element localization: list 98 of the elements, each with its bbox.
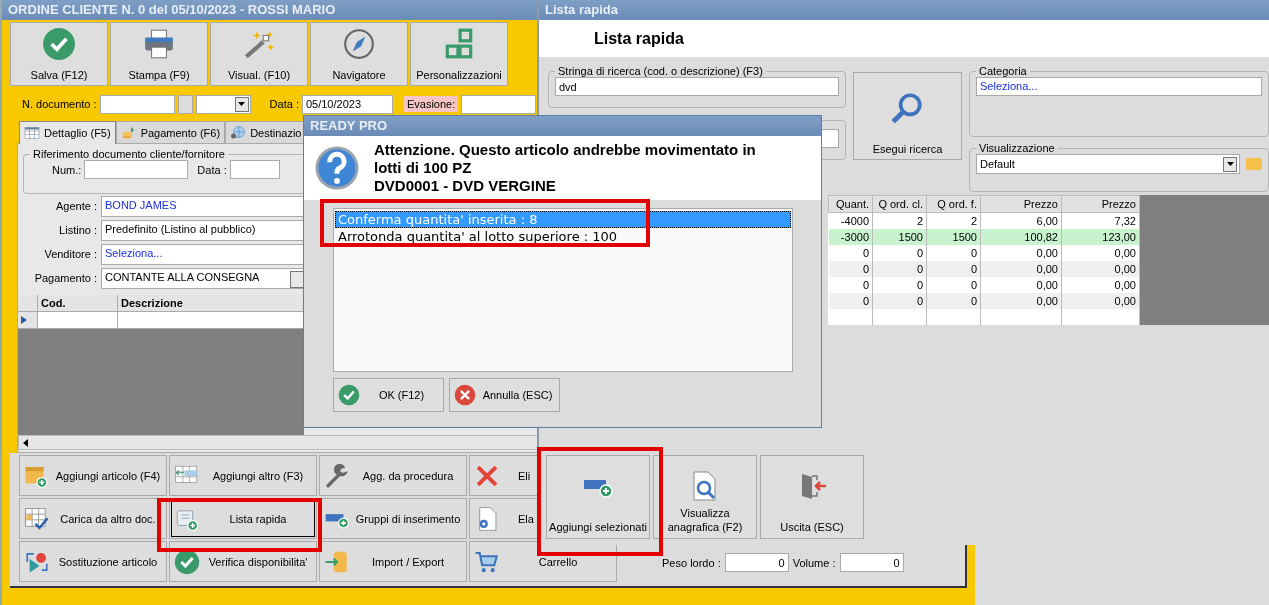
- dialog-button[interactable]: OK (F12): [333, 378, 444, 412]
- column-header: Q ord. cl.: [872, 195, 927, 213]
- number-field[interactable]: 0: [724, 553, 789, 572]
- tab[interactable]: Dettaglio (F5): [19, 121, 116, 144]
- row-indicator-icon: [21, 316, 27, 324]
- input-field[interactable]: [461, 94, 537, 114]
- dialog-message: Attenzione. Questo articolo andrebbe movimentato in lotti di 100 PZ: [374, 141, 757, 177]
- column-header: Descrizione: [118, 295, 304, 312]
- dropdown-field[interactable]: Default: [976, 154, 1240, 174]
- table-cell: 0: [828, 261, 873, 277]
- field-label: Data :: [269, 98, 299, 110]
- cancel-icon: [454, 384, 476, 406]
- dialog-button[interactable]: Annulla (ESC): [449, 378, 560, 412]
- action-button[interactable]: Eli: [469, 455, 538, 496]
- table-cell: 0,00: [980, 293, 1062, 309]
- date-field[interactable]: 05/10/2023: [301, 94, 393, 114]
- table-cell: 0: [926, 261, 981, 277]
- table-cell: 0: [872, 261, 927, 277]
- group-title: Visualizzazione: [978, 142, 1056, 154]
- scrollbar[interactable]: [18, 435, 538, 450]
- dialog-title: READY PRO: [304, 116, 821, 136]
- search-field[interactable]: dvd: [555, 77, 839, 96]
- table-cell: 123,00: [1061, 229, 1140, 245]
- search-icon: [890, 91, 925, 125]
- column-header: Prezzo: [980, 195, 1062, 213]
- action-button[interactable]: Import / Export: [319, 541, 467, 582]
- action-button[interactable]: Aggiungi altro (F3): [169, 455, 317, 496]
- check-icon: [42, 27, 76, 61]
- printer-icon: [142, 27, 176, 61]
- dropdown-field[interactable]: Seleziona...: [976, 77, 1262, 96]
- field-label: Num.:: [52, 163, 82, 176]
- field-label: Pagamento :: [33, 272, 98, 284]
- field-label: Venditore :: [43, 248, 98, 260]
- action-button[interactable]: Visualizza anagrafica (F2): [653, 455, 757, 539]
- toolbar-button[interactable]: Navigatore: [310, 22, 408, 86]
- input-field[interactable]: [99, 94, 175, 114]
- group-title: Stringa di ricerca (cod. o descrizione) (F3): [557, 65, 764, 77]
- toolbar-button[interactable]: Visual. (F10): [210, 22, 308, 86]
- folder-icon: [1246, 158, 1262, 170]
- globe-icon: [230, 124, 247, 141]
- field-label: Listino :: [58, 224, 98, 236]
- dropdown-field[interactable]: [195, 94, 251, 114]
- table-icon: [24, 125, 40, 141]
- input-field[interactable]: [84, 160, 189, 179]
- small-button[interactable]: [177, 94, 193, 114]
- table-cell: 1500: [872, 229, 927, 245]
- action-button[interactable]: Ela: [469, 498, 538, 539]
- field-label: Evasione:: [403, 96, 459, 112]
- grid-check-icon: [24, 505, 50, 532]
- action-button[interactable]: Uscita (ESC): [760, 455, 864, 539]
- toolbar-button[interactable]: Salva (F12): [10, 22, 108, 86]
- tab[interactable]: Pagamento (F6): [115, 121, 226, 143]
- wrench-icon: [324, 462, 350, 489]
- field-label: N. documento :: [22, 98, 97, 110]
- table-cell: 0,00: [1061, 261, 1140, 277]
- arrow-icon: [23, 438, 28, 447]
- check-icon: [338, 384, 360, 406]
- table-cell: 0: [926, 293, 981, 309]
- table-cell: 0,00: [1061, 293, 1140, 309]
- column-header: Quant.: [828, 195, 873, 213]
- table-cell: 100,82: [980, 229, 1062, 245]
- table-cell: 0,00: [980, 261, 1062, 277]
- caret-icon: [238, 102, 246, 106]
- action-button[interactable]: Gruppi di inserimento: [319, 498, 467, 539]
- window-title: Lista rapida: [539, 0, 1269, 20]
- coins-icon: [120, 124, 137, 141]
- column-header: Q ord. f.: [926, 195, 981, 213]
- table-cell: 0: [828, 293, 873, 309]
- table-cell: 0: [872, 293, 927, 309]
- action-button[interactable]: Verifica disponibilita': [169, 541, 317, 582]
- field-label: Data :: [197, 163, 227, 176]
- column-header: Cod.: [38, 295, 118, 312]
- column-header: Prezzo: [1061, 195, 1140, 213]
- table-cell[interactable]: [38, 312, 118, 329]
- field-label: Volume :: [792, 556, 836, 569]
- table-cell[interactable]: [118, 312, 304, 329]
- question-icon: [314, 145, 360, 191]
- table-cell: 1500: [926, 229, 981, 245]
- caret-icon: [1226, 162, 1234, 166]
- compass-icon: [342, 27, 376, 61]
- toolbar-button[interactable]: Stampa (F9): [110, 22, 208, 86]
- action-button[interactable]: Aggiungi articolo (F4): [19, 455, 167, 496]
- field-label: Agente :: [55, 200, 98, 212]
- action-button[interactable]: Aggiungi selezionati: [546, 455, 650, 539]
- window-heading: Lista rapida: [594, 29, 684, 48]
- action-button[interactable]: Agg. da procedura: [319, 455, 467, 496]
- number-field[interactable]: 0: [839, 553, 904, 572]
- toolbar-button[interactable]: Personalizzazioni: [410, 22, 508, 86]
- input-field[interactable]: [229, 160, 280, 179]
- action-button[interactable]: Sostituzione articolo: [19, 541, 167, 582]
- database-arrow-icon: [324, 548, 350, 575]
- group-title: Categoria: [978, 65, 1028, 77]
- group-title: Riferimento documento cliente/fornitore: [32, 148, 226, 160]
- action-button[interactable]: Carica da altro doc.: [19, 498, 167, 539]
- article-name: DVD0001 - DVD VERGINE: [374, 177, 557, 195]
- field-label: Peso lordo :: [662, 556, 721, 569]
- table-cell: -3000: [828, 229, 873, 245]
- search-button[interactable]: Esegui ricerca: [852, 72, 962, 160]
